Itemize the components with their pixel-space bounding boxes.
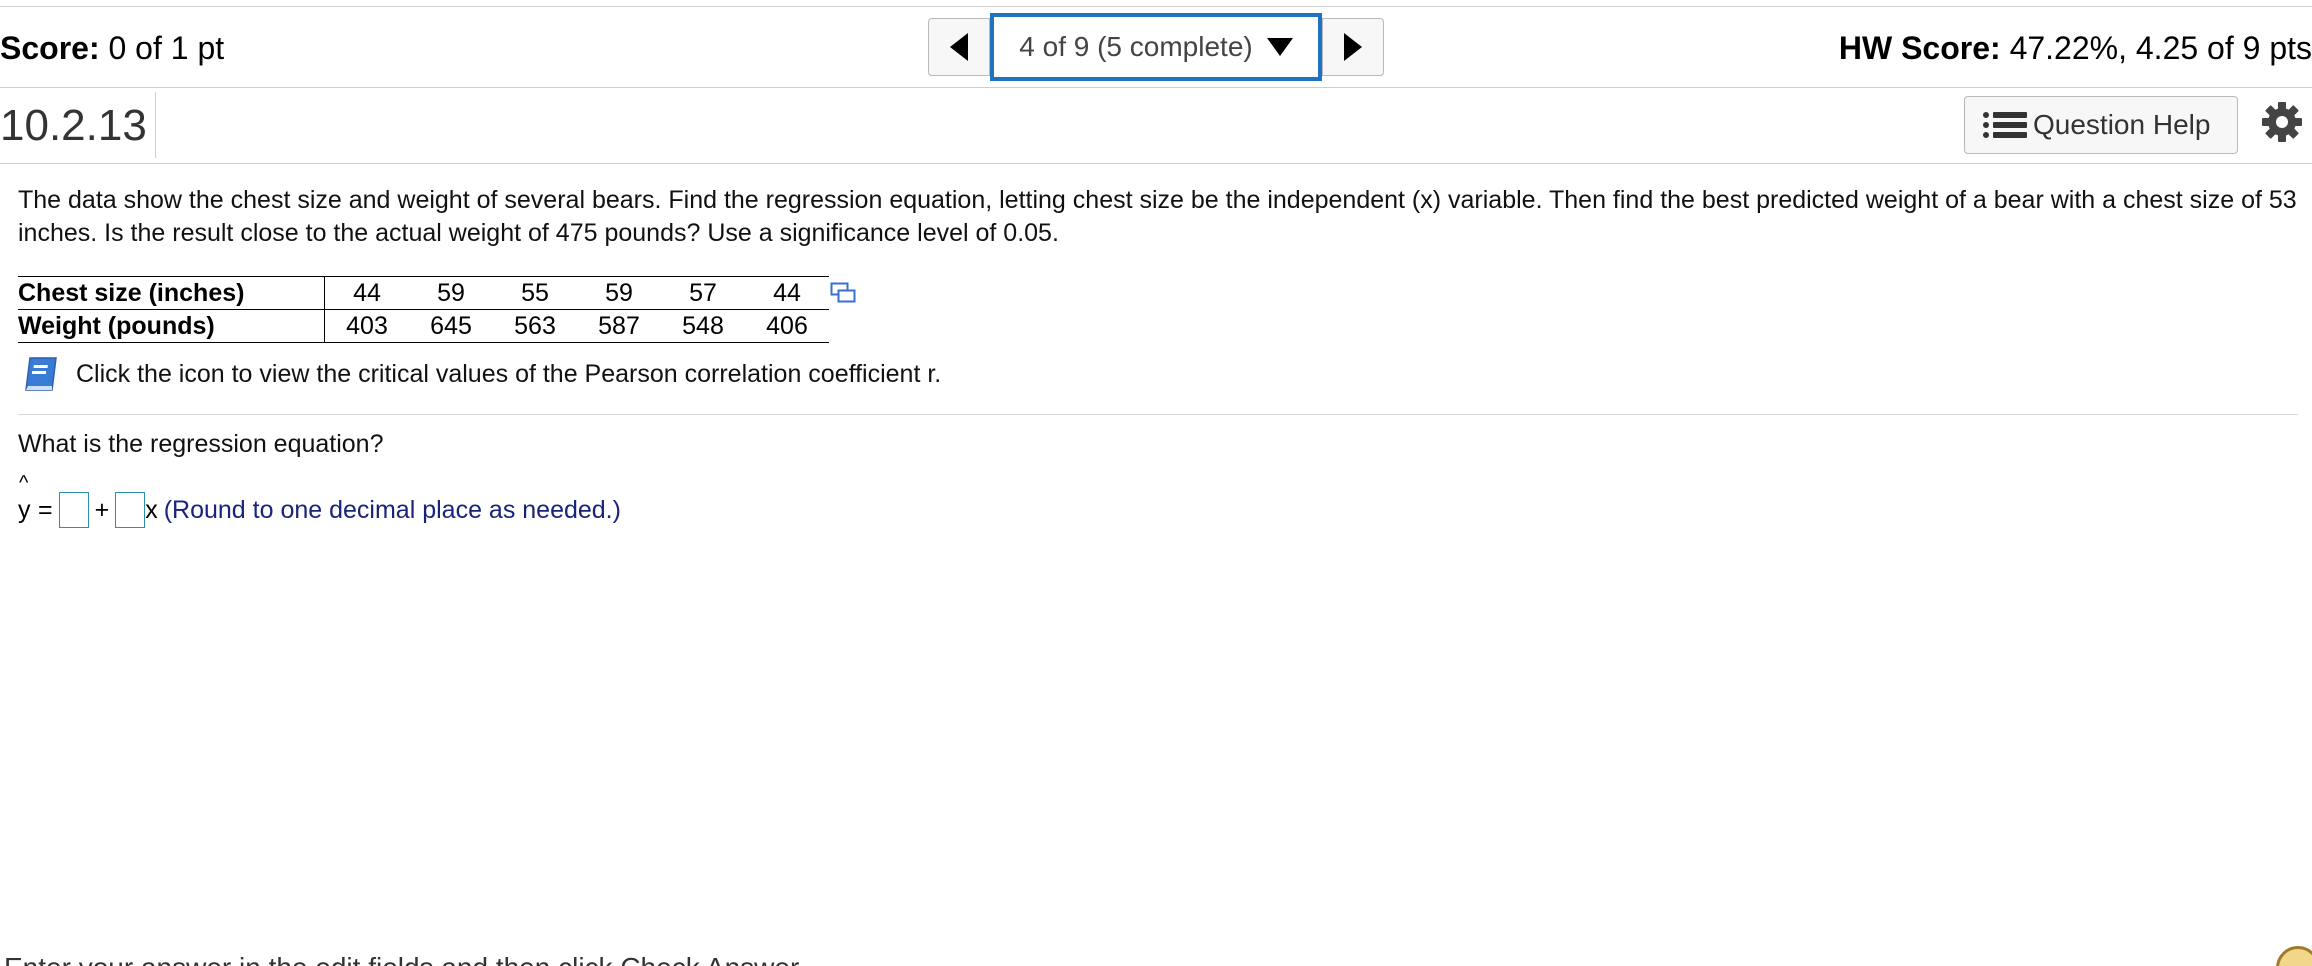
question-help-button[interactable]: Question Help	[1964, 96, 2238, 154]
data-table: Chest size (inches) 44 59 55 59 57 44 We…	[18, 276, 829, 343]
help-circle-icon[interactable]	[2276, 946, 2312, 966]
score-display: Score: 0 of 1 pt	[0, 28, 224, 68]
y-hat-symbol: ^ y	[18, 472, 32, 525]
table-cell: 406	[745, 309, 829, 343]
table-cell: 403	[324, 309, 409, 343]
slope-input[interactable]	[115, 492, 146, 528]
regression-equation: ^ y = + x (Round to one decimal place as…	[18, 472, 621, 532]
hat-symbol: ^	[19, 471, 29, 494]
triangle-down-icon	[1266, 38, 1293, 56]
triangle-right-icon	[1344, 33, 1362, 61]
table-cell: 645	[409, 309, 493, 343]
copy-icon[interactable]	[830, 282, 856, 304]
triangle-left-icon	[950, 33, 968, 61]
sub-question: What is the regression equation?	[18, 430, 384, 458]
table-cell: 59	[577, 276, 661, 310]
question-number: 10.2.13	[0, 101, 147, 150]
critical-values-row: Click the icon to view the critical valu…	[22, 354, 941, 394]
next-question-button[interactable]	[1322, 18, 1384, 76]
question-select-dropdown[interactable]: 4 of 9 (5 complete)	[990, 13, 1322, 81]
table-row: Weight (pounds) 403 645 563 587 548 406	[18, 309, 829, 343]
page: Score: 0 of 1 pt 4 of 9 (5 complete) HW …	[0, 0, 2312, 966]
row-label-chest-size: Chest size (inches)	[18, 276, 325, 310]
row-label-weight: Weight (pounds)	[18, 309, 325, 343]
hw-score-value: 47.22%, 4.25 of 9 pts	[2000, 30, 2312, 66]
question-prompt: The data show the chest size and weight …	[18, 186, 2297, 247]
score-value: 0 of 1 pt	[99, 30, 225, 66]
table-cell: 548	[661, 309, 745, 343]
table-cell: 44	[745, 276, 829, 310]
critical-values-text: Click the icon to view the critical valu…	[76, 359, 942, 388]
x-symbol: x	[145, 495, 158, 524]
table-cell: 44	[324, 276, 409, 310]
gear-icon[interactable]	[2260, 100, 2304, 144]
footer-instruction: Enter your answer in the edit fields and…	[4, 952, 806, 966]
table-cell: 587	[577, 309, 661, 343]
question-help-label: Question Help	[2033, 109, 2211, 140]
table-row: Chest size (inches) 44 59 55 59 57 44	[18, 276, 829, 310]
question-header-divider	[0, 163, 2312, 164]
question-number-divider	[155, 92, 156, 158]
y-symbol: y	[18, 495, 31, 524]
list-icon	[1983, 110, 2027, 140]
equals-sign: =	[38, 495, 53, 524]
score-label: Score:	[0, 30, 100, 66]
top-bar: Score: 0 of 1 pt 4 of 9 (5 complete) HW …	[0, 12, 2312, 84]
top-divider	[0, 6, 2312, 7]
intercept-input[interactable]	[58, 492, 89, 528]
rounding-hint: (Round to one decimal place as needed.)	[163, 495, 621, 524]
previous-question-button[interactable]	[928, 18, 990, 76]
header-divider	[0, 87, 2312, 88]
question-navigator: 4 of 9 (5 complete)	[928, 13, 1384, 81]
table-cell: 55	[493, 276, 577, 310]
book-icon[interactable]	[22, 354, 62, 394]
hw-score-display: HW Score: 47.22%, 4.25 of 9 pts	[1839, 28, 2312, 68]
table-cell: 57	[661, 276, 745, 310]
table-cell: 563	[493, 309, 577, 343]
question-position-text: 4 of 9 (5 complete)	[1019, 31, 1253, 62]
plus-sign: +	[94, 495, 110, 524]
section-divider	[18, 414, 2298, 415]
table-cell: 59	[409, 276, 493, 310]
hw-score-label: HW Score:	[1838, 30, 2001, 66]
